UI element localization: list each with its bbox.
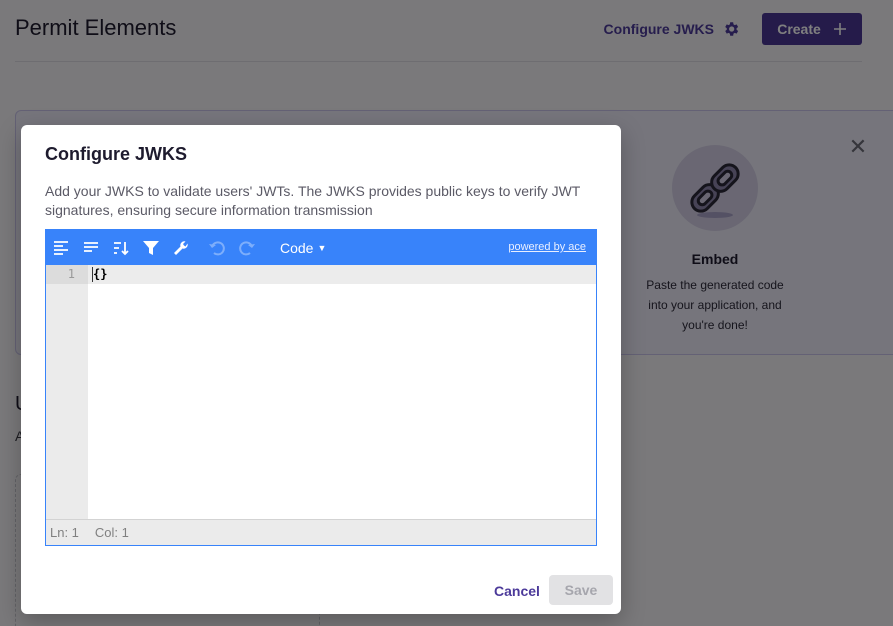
compact-icon[interactable] bbox=[76, 230, 106, 265]
configure-jwks-dialog: Configure JWKS Add your JWKS to validate… bbox=[21, 125, 621, 614]
text-cursor bbox=[92, 267, 93, 282]
editor-toolbar: Code ▼ powered by ace bbox=[46, 230, 596, 265]
sort-icon[interactable] bbox=[106, 230, 136, 265]
active-line-highlight bbox=[88, 265, 596, 284]
powered-by-ace-link[interactable]: powered by ace bbox=[508, 241, 586, 253]
code-area[interactable]: 1 {} bbox=[46, 265, 596, 519]
line-number: 1 bbox=[46, 265, 88, 284]
redo-icon[interactable] bbox=[232, 230, 262, 265]
undo-icon[interactable] bbox=[202, 230, 232, 265]
mode-selector[interactable]: Code ▼ bbox=[280, 240, 326, 256]
cancel-button[interactable]: Cancel bbox=[494, 583, 540, 599]
save-button[interactable]: Save bbox=[549, 575, 613, 605]
repair-icon[interactable] bbox=[166, 230, 196, 265]
editor-statusbar: Ln: 1 Col: 1 bbox=[46, 519, 596, 545]
line-gutter bbox=[46, 265, 88, 519]
filter-icon[interactable] bbox=[136, 230, 166, 265]
jwks-json-editor: Code ▼ powered by ace 1 {} Ln: 1 Col: 1 bbox=[45, 229, 597, 546]
status-line: Ln: 1 bbox=[50, 525, 79, 540]
caret-down-icon: ▼ bbox=[317, 242, 327, 253]
code-content[interactable]: {} bbox=[93, 265, 107, 284]
dialog-description: Add your JWKS to validate users' JWTs. T… bbox=[45, 183, 581, 218]
mode-label: Code bbox=[280, 239, 314, 256]
status-column: Col: 1 bbox=[94, 525, 129, 540]
dialog-title: Configure JWKS bbox=[45, 144, 187, 164]
format-icon[interactable] bbox=[46, 230, 76, 265]
